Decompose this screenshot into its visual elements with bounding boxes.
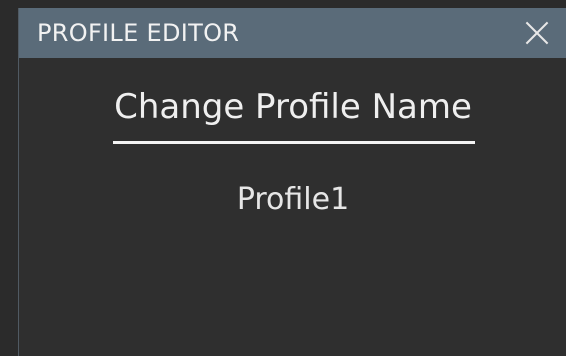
profile-name-text[interactable]: Profile1 [19, 182, 566, 217]
dialog-title: PROFILE EDITOR [37, 19, 240, 47]
close-icon[interactable] [524, 20, 550, 46]
profile-editor-dialog: PROFILE EDITOR Change Profile Name Profi… [18, 8, 566, 356]
title-bar[interactable]: PROFILE EDITOR [19, 8, 566, 58]
change-profile-name-heading: Change Profile Name [114, 87, 472, 127]
screen: PROFILE EDITOR Change Profile Name Profi… [0, 0, 566, 356]
heading-underline [113, 141, 475, 144]
